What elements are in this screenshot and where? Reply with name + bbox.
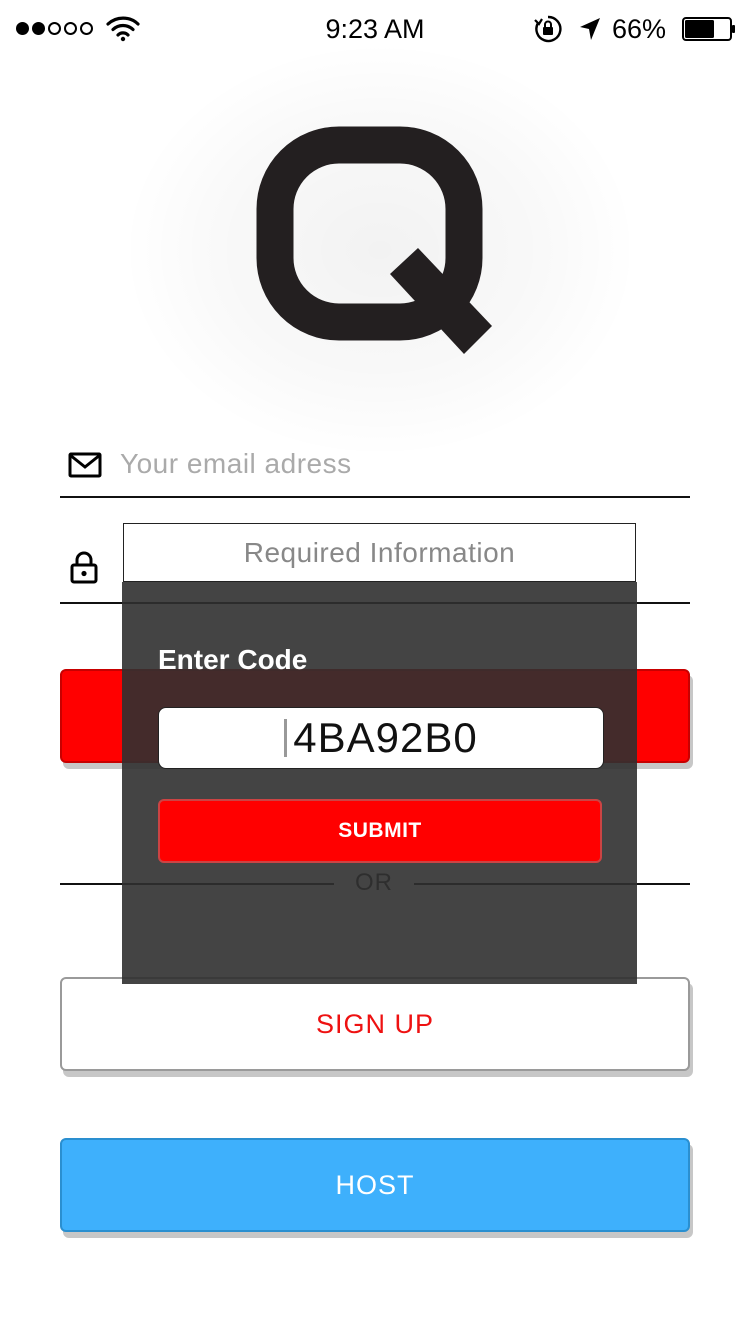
dialog-title: Enter Code [158,644,308,675]
email-input[interactable] [120,444,680,484]
code-input-value: 4BA92B0 [293,714,478,761]
battery-icon [682,17,735,41]
email-field-row [60,430,690,498]
host-button[interactable]: HOST [60,1138,690,1232]
code-input[interactable]: 4BA92B0 [158,707,604,769]
location-arrow-icon [580,18,600,40]
text-caret [284,719,288,757]
lock-icon [70,551,98,584]
submit-button[interactable]: SUBMIT [158,799,602,863]
mail-icon [68,452,102,478]
enter-code-dialog: Enter Code 4BA92B0 SUBMIT [122,582,637,984]
rotation-lock-icon [534,15,562,43]
q-logo-icon [256,126,492,354]
signup-button[interactable]: SIGN UP [60,977,690,1071]
tooltip-text: Required Information [243,536,516,568]
required-info-tooltip: Required Information [123,523,636,582]
